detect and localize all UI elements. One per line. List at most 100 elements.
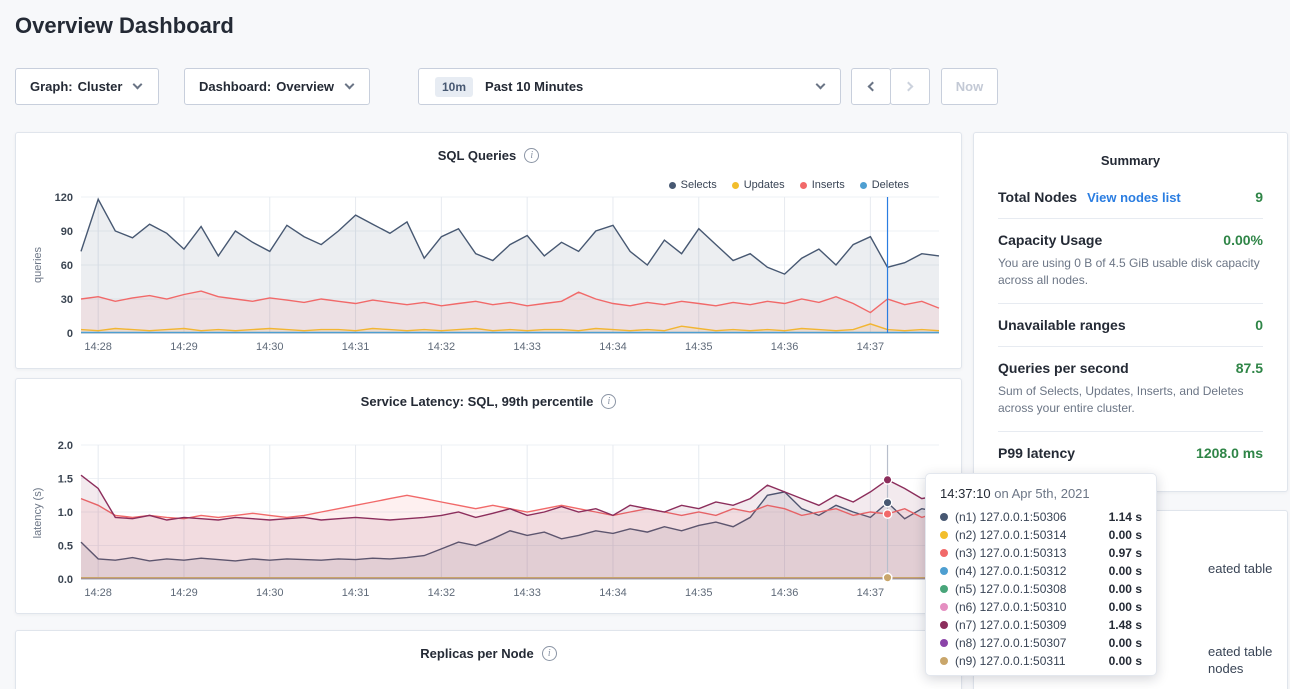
service-latency-chart[interactable]: 0.00.51.01.52.014:2814:2914:3014:3114:32… xyxy=(16,379,961,613)
summary-value: 0.00% xyxy=(1223,232,1263,248)
dashboard-dropdown[interactable]: Dashboard: Overview xyxy=(184,68,370,105)
node-color-dot xyxy=(940,585,948,593)
summary-subtext: You are using 0 B of 4.5 GiB usable disk… xyxy=(998,255,1263,290)
tooltip-row: (n5) 127.0.0.1:50308 0.00 s xyxy=(940,580,1142,598)
summary-row-p99-latency: P99 latency 1208.0 ms xyxy=(998,432,1263,474)
service-latency-card: Service Latency: SQL, 99th percentile la… xyxy=(15,378,962,614)
svg-text:0.5: 0.5 xyxy=(58,541,73,553)
summary-value: 87.5 xyxy=(1236,360,1263,376)
node-color-dot xyxy=(940,603,948,611)
time-next-button[interactable] xyxy=(890,68,930,105)
tooltip-node-value: 0.00 s xyxy=(1109,654,1142,668)
svg-text:14:29: 14:29 xyxy=(170,341,198,353)
info-icon[interactable] xyxy=(542,646,557,661)
chart-hover-tooltip: 14:37:10 on Apr 5th, 2021 (n1) 127.0.0.1… xyxy=(925,473,1157,676)
node-color-dot xyxy=(940,621,948,629)
svg-text:14:36: 14:36 xyxy=(771,341,799,353)
node-color-dot xyxy=(940,549,948,557)
svg-text:14:31: 14:31 xyxy=(342,587,370,599)
svg-text:14:30: 14:30 xyxy=(256,587,284,599)
time-range-dropdown[interactable]: 10m Past 10 Minutes xyxy=(418,68,841,105)
sql-queries-chart[interactable]: 030609012014:2814:2914:3014:3114:3214:33… xyxy=(16,133,961,368)
node-color-dot xyxy=(940,513,948,521)
node-color-dot xyxy=(940,531,948,539)
summary-label: Capacity Usage xyxy=(998,232,1102,248)
summary-value: 9 xyxy=(1255,189,1263,205)
svg-text:14:32: 14:32 xyxy=(428,587,456,599)
view-nodes-list-link[interactable]: View nodes list xyxy=(1087,190,1181,205)
tooltip-node-label: (n1) 127.0.0.1:50306 xyxy=(955,510,1066,524)
chevron-left-icon xyxy=(868,82,878,92)
event-text-fragment: eated table xyxy=(1208,644,1272,659)
tooltip-node-value: 0.00 s xyxy=(1109,582,1142,596)
chevron-down-icon xyxy=(345,80,355,90)
tooltip-node-label: (n6) 127.0.0.1:50310 xyxy=(955,600,1066,614)
time-range-label: Past 10 Minutes xyxy=(485,79,583,94)
svg-text:14:32: 14:32 xyxy=(428,341,456,353)
tooltip-row: (n1) 127.0.0.1:50306 1.14 s xyxy=(940,508,1142,526)
tooltip-node-value: 0.00 s xyxy=(1109,636,1142,650)
summary-value: 0 xyxy=(1255,317,1263,333)
now-button[interactable]: Now xyxy=(941,68,998,105)
svg-text:14:37: 14:37 xyxy=(857,587,885,599)
summary-row-queries-per-second: Queries per second 87.5 Sum of Selects, … xyxy=(998,347,1263,432)
tooltip-node-label: (n5) 127.0.0.1:50308 xyxy=(955,582,1066,596)
time-range-badge: 10m xyxy=(435,77,473,97)
tooltip-row: (n7) 127.0.0.1:503091.48 s xyxy=(940,616,1142,634)
tooltip-node-value: 0.97 s xyxy=(1109,546,1142,560)
summary-row-unavailable-ranges: Unavailable ranges 0 xyxy=(998,304,1263,347)
tooltip-row: (n6) 127.0.0.1:503100.00 s xyxy=(940,598,1142,616)
summary-subtext: Sum of Selects, Updates, Inserts, and De… xyxy=(998,383,1263,418)
node-color-dot xyxy=(940,639,948,647)
svg-text:1.0: 1.0 xyxy=(58,507,73,519)
svg-text:60: 60 xyxy=(61,260,73,272)
tooltip-node-value: 1.48 s xyxy=(1109,618,1142,632)
service-latency-plot[interactable]: 0.00.51.01.52.014:2814:2914:3014:3114:32… xyxy=(16,379,961,613)
svg-text:14:28: 14:28 xyxy=(84,587,112,599)
tooltip-row: (n8) 127.0.0.1:50307 0.00 s xyxy=(940,634,1142,652)
summary-label: Queries per second xyxy=(998,360,1129,376)
sql-queries-plot[interactable]: 030609012014:2814:2914:3014:3114:3214:33… xyxy=(16,133,961,368)
svg-text:120: 120 xyxy=(55,192,73,204)
tooltip-date: on Apr 5th, 2021 xyxy=(991,486,1090,501)
chart-title: Replicas per Node xyxy=(420,646,533,661)
tooltip-node-label: (n8) 127.0.0.1:50307 xyxy=(955,636,1066,650)
summary-label: P99 latency xyxy=(998,445,1075,461)
graph-dropdown[interactable]: Graph: Cluster xyxy=(15,68,159,105)
event-text-fragment: nodes xyxy=(1208,661,1243,676)
summary-label: Total Nodes xyxy=(998,189,1077,205)
summary-value: 1208.0 ms xyxy=(1196,445,1263,461)
tooltip-node-label: (n3) 127.0.0.1:50313 xyxy=(955,546,1066,560)
svg-text:90: 90 xyxy=(61,226,73,238)
chevron-down-icon xyxy=(133,80,143,90)
chevron-right-icon xyxy=(904,82,914,92)
svg-text:14:29: 14:29 xyxy=(170,587,198,599)
summary-title: Summary xyxy=(998,133,1263,176)
svg-text:14:28: 14:28 xyxy=(84,341,112,353)
tooltip-node-label: (n4) 127.0.0.1:50312 xyxy=(955,564,1066,578)
svg-text:30: 30 xyxy=(61,294,73,306)
tooltip-timestamp: 14:37:10 on Apr 5th, 2021 xyxy=(940,486,1142,501)
page-title: Overview Dashboard xyxy=(15,13,234,39)
replicas-per-node-card: Replicas per Node 20 xyxy=(15,630,962,689)
time-prev-button[interactable] xyxy=(851,68,891,105)
graph-dropdown-value: Cluster xyxy=(78,79,123,94)
tooltip-row: (n4) 127.0.0.1:503120.00 s xyxy=(940,562,1142,580)
graph-dropdown-label: Graph: xyxy=(30,79,73,94)
svg-text:14:34: 14:34 xyxy=(599,341,627,353)
svg-text:14:35: 14:35 xyxy=(685,341,713,353)
tooltip-node-value: 1.14 s xyxy=(1109,510,1142,524)
svg-text:0: 0 xyxy=(67,328,73,340)
tooltip-time: 14:37:10 xyxy=(940,486,991,501)
svg-text:14:33: 14:33 xyxy=(513,341,541,353)
chevron-down-icon xyxy=(816,80,826,90)
tooltip-node-value: 0.00 s xyxy=(1109,528,1142,542)
chart-tooltip-rows: (n1) 127.0.0.1:503061.14 s(n2) 127.0.0.1… xyxy=(940,508,1142,670)
tooltip-row: (n3) 127.0.0.1:50313 0.97 s xyxy=(940,544,1142,562)
svg-text:14:34: 14:34 xyxy=(599,587,627,599)
overview-dashboard-page: Overview Dashboard Graph: Cluster Dashbo… xyxy=(0,0,1290,689)
node-color-dot xyxy=(940,567,948,575)
node-color-dot xyxy=(940,657,948,665)
svg-text:14:36: 14:36 xyxy=(771,587,799,599)
summary-label: Unavailable ranges xyxy=(998,317,1126,333)
